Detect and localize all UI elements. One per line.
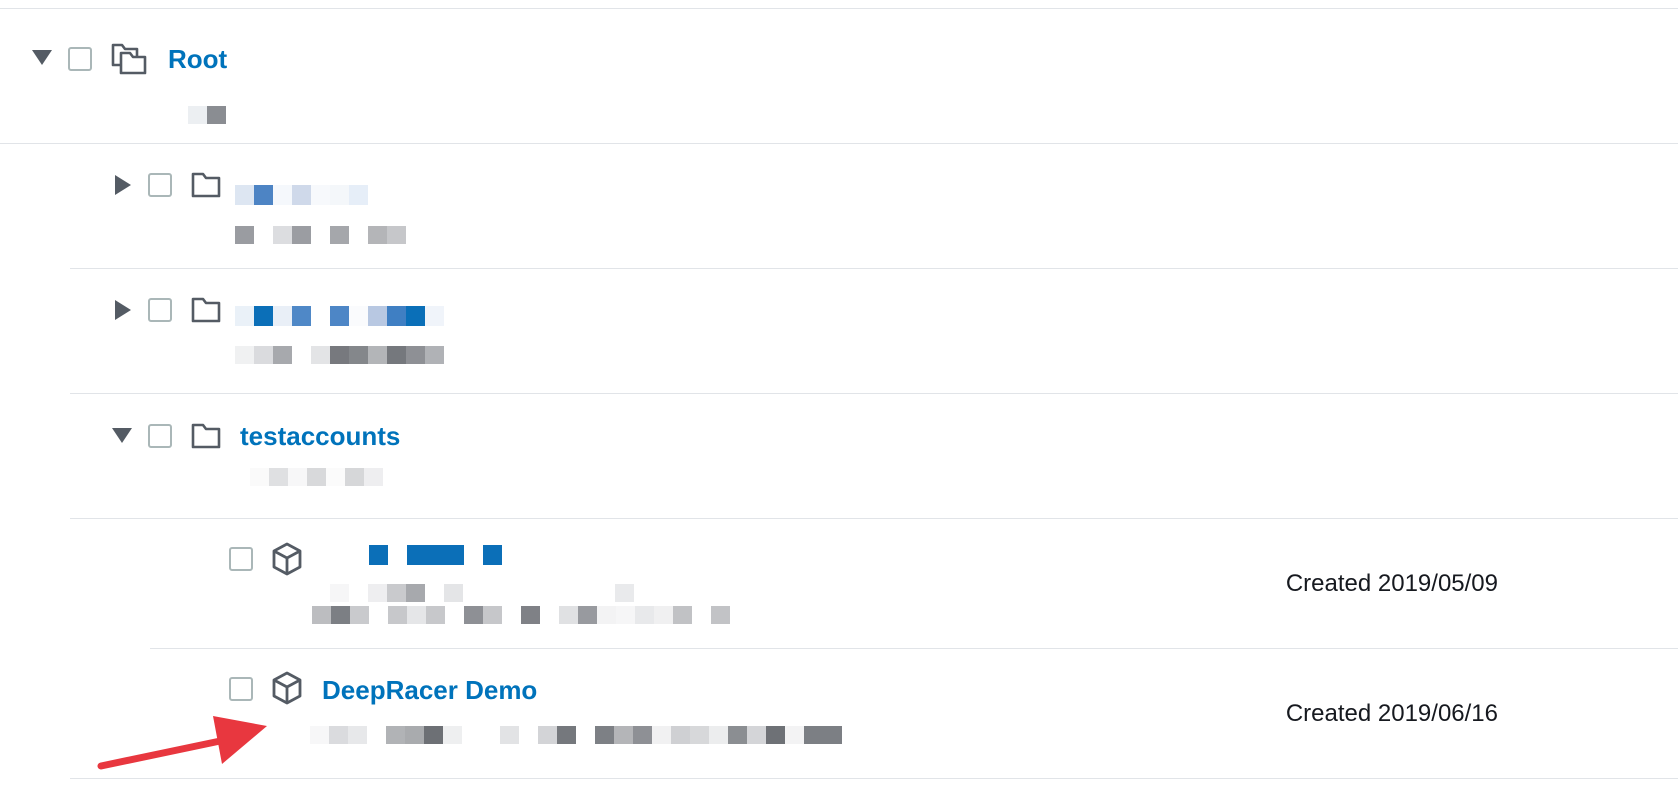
redacted-account-name[interactable]: [350, 545, 502, 565]
redacted-ou-id: [250, 468, 383, 488]
cube-icon: [272, 671, 302, 705]
row-divider: [70, 778, 1678, 779]
caret-down-icon[interactable]: [30, 46, 54, 70]
row-divider: [70, 393, 1678, 394]
caret-down-icon[interactable]: [110, 424, 134, 448]
folder-icon: [191, 297, 221, 323]
redacted-root-id: [188, 106, 226, 126]
top-divider: [0, 8, 1678, 9]
ou-checkbox[interactable]: [148, 298, 172, 322]
account-link-deepracer-demo[interactable]: DeepRacer Demo: [322, 675, 537, 706]
redacted-account-id: [312, 606, 730, 626]
row-divider: [70, 518, 1678, 519]
ou-checkbox[interactable]: [148, 424, 172, 448]
redacted-account-email: [310, 726, 842, 746]
ou-link-testaccounts[interactable]: testaccounts: [240, 421, 400, 452]
created-date: Created 2019/05/09: [1285, 570, 1498, 597]
root-folders-icon: [111, 43, 147, 75]
redacted-ou-name[interactable]: [235, 185, 368, 205]
caret-right-icon[interactable]: [110, 298, 134, 322]
caret-right-icon[interactable]: [110, 173, 134, 197]
folder-icon: [191, 423, 221, 449]
root-checkbox[interactable]: [68, 47, 92, 71]
row-divider: [150, 648, 1678, 649]
red-arrow-icon: [97, 716, 267, 770]
created-date: Created 2019/06/16: [1285, 700, 1498, 727]
account-checkbox[interactable]: [229, 547, 253, 571]
ou-checkbox[interactable]: [148, 173, 172, 197]
redacted-ou-id: [235, 226, 406, 246]
folder-icon: [191, 172, 221, 198]
row-divider: [0, 143, 1678, 144]
account-checkbox[interactable]: [229, 677, 253, 701]
redacted-account-email: [330, 584, 634, 604]
row-divider: [70, 268, 1678, 269]
redacted-ou-id: [235, 346, 444, 366]
cube-icon: [272, 542, 302, 576]
redacted-ou-name[interactable]: [235, 306, 444, 326]
root-link[interactable]: Root: [168, 44, 227, 75]
